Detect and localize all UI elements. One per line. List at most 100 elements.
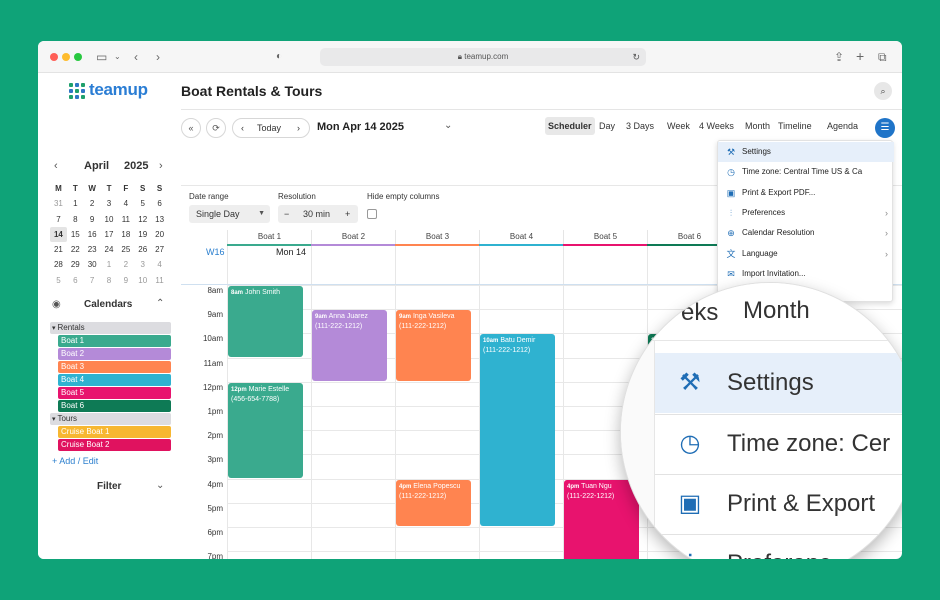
mini-cal-day[interactable]: 10 bbox=[134, 273, 151, 288]
calendar-item[interactable]: Boat 5 bbox=[58, 387, 171, 399]
mini-cal-day[interactable]: 30 bbox=[84, 257, 101, 272]
view-tab[interactable]: Timeline bbox=[778, 121, 812, 131]
calendar-item[interactable]: Cruise Boat 2 bbox=[58, 439, 171, 451]
mini-cal-day[interactable]: 5 bbox=[134, 196, 151, 211]
calendar-item[interactable]: Boat 3 bbox=[58, 361, 171, 373]
mini-cal-day[interactable]: 31 bbox=[50, 196, 67, 211]
sidebar-toggle-icon[interactable]: ▭ bbox=[96, 48, 107, 66]
mini-cal-day[interactable]: 23 bbox=[84, 242, 101, 257]
calendar-group[interactable]: ▾ Tours bbox=[50, 413, 171, 425]
mini-cal-next-icon[interactable]: › bbox=[159, 160, 163, 172]
view-tab[interactable]: 3 Days bbox=[626, 121, 654, 131]
week-number[interactable]: W16 bbox=[206, 247, 225, 257]
search-icon[interactable]: ⌕ bbox=[874, 82, 892, 100]
view-tab[interactable]: Agenda bbox=[827, 121, 858, 131]
menu-item-print[interactable]: ▣ Print & Export PDF... bbox=[718, 183, 894, 203]
mini-cal-day[interactable]: 19 bbox=[134, 227, 151, 242]
chevron-down-icon[interactable]: ⌄ bbox=[114, 48, 121, 66]
forward-icon[interactable]: › bbox=[156, 48, 160, 66]
mini-cal-day[interactable]: 1 bbox=[67, 196, 84, 211]
minimize-window-button[interactable] bbox=[62, 53, 70, 61]
view-tab[interactable]: 4 Weeks bbox=[699, 121, 734, 131]
menu-button[interactable]: ☰ bbox=[875, 118, 895, 138]
calendar-event[interactable]: 4pm Elena Popescu (111-222-1212) bbox=[396, 479, 471, 526]
calendar-item[interactable]: Boat 1 bbox=[58, 335, 171, 347]
mini-cal-day[interactable]: 22 bbox=[67, 242, 84, 257]
chevron-down-icon[interactable]: ⌄ bbox=[156, 480, 164, 491]
mini-cal-day[interactable]: 3 bbox=[101, 196, 118, 211]
close-window-button[interactable] bbox=[50, 53, 58, 61]
menu-item-settings[interactable]: ⚒ Settings bbox=[718, 142, 894, 162]
mini-cal-day[interactable]: 9 bbox=[84, 212, 101, 227]
view-tab[interactable]: Week bbox=[667, 121, 690, 131]
mini-cal-day[interactable]: 6 bbox=[67, 273, 84, 288]
view-tab[interactable]: Scheduler bbox=[545, 117, 595, 135]
calendar-event[interactable]: 12pm Marie Estelle (456-654-7788) bbox=[228, 382, 303, 478]
menu-item-calendar[interactable]: ⊕ Calendar Resolution › bbox=[718, 223, 894, 243]
zoom-window-button[interactable] bbox=[74, 53, 82, 61]
mini-cal-day[interactable]: 13 bbox=[151, 212, 168, 227]
refresh-button[interactable]: ⟳ bbox=[206, 118, 226, 138]
increase-resolution-button[interactable]: + bbox=[345, 205, 350, 223]
mini-cal-day[interactable]: 7 bbox=[84, 273, 101, 288]
menu-item-language[interactable]: 文 Language › bbox=[718, 244, 894, 264]
calendar-event[interactable]: 10am Batu Demir (111-222-1212) bbox=[480, 334, 555, 526]
mini-cal-day[interactable]: 11 bbox=[117, 212, 134, 227]
url-bar[interactable]: 🔒︎ teamup.com ↻ bbox=[320, 48, 646, 66]
eye-icon[interactable]: ◉ bbox=[52, 299, 61, 310]
view-tab[interactable]: Day bbox=[599, 121, 615, 131]
calendar-item[interactable]: Boat 4 bbox=[58, 374, 171, 386]
decrease-resolution-button[interactable]: − bbox=[284, 205, 289, 223]
mini-cal-day[interactable]: 10 bbox=[101, 212, 118, 227]
calendar-event[interactable]: 9am Anna Juarez (111-222-1212) bbox=[312, 310, 387, 381]
calendar-group[interactable]: ▾ Rentals bbox=[50, 322, 171, 334]
calendar-item[interactable]: Cruise Boat 1 bbox=[58, 426, 171, 438]
mini-cal-day[interactable]: 8 bbox=[67, 212, 84, 227]
mini-cal-day[interactable]: 6 bbox=[151, 196, 168, 211]
next-day-icon[interactable]: › bbox=[297, 119, 300, 137]
menu-item-import[interactable]: ✉ Import Invitation... bbox=[718, 264, 894, 284]
reload-icon[interactable]: ↻ bbox=[632, 48, 640, 66]
mini-cal-day[interactable]: 3 bbox=[134, 257, 151, 272]
calendar-item[interactable]: Boat 6 bbox=[58, 400, 171, 412]
chevron-up-icon[interactable]: ⌃ bbox=[156, 298, 164, 309]
mini-cal-day[interactable]: 27 bbox=[151, 242, 168, 257]
mini-cal-day[interactable]: 2 bbox=[84, 196, 101, 211]
date-range-select[interactable]: Single Day ▼ bbox=[189, 205, 270, 223]
tabs-overview-icon[interactable]: ⧉ bbox=[878, 48, 887, 66]
menu-item-time[interactable]: ◷ Time zone: Central Time US & Ca bbox=[718, 162, 894, 182]
mini-cal-day[interactable]: 8 bbox=[101, 273, 118, 288]
add-edit-calendars-link[interactable]: + Add / Edit bbox=[52, 456, 98, 466]
mini-cal-day[interactable]: 5 bbox=[50, 273, 67, 288]
calendar-event[interactable]: 8am John Smith bbox=[228, 286, 303, 357]
back-icon[interactable]: ‹ bbox=[134, 48, 138, 66]
filter-title[interactable]: Filter bbox=[97, 481, 121, 492]
mini-cal-day[interactable]: 17 bbox=[101, 227, 118, 242]
calendar-item[interactable]: Boat 2 bbox=[58, 348, 171, 360]
collapse-sidebar-button[interactable]: « bbox=[181, 118, 201, 138]
mini-cal-day[interactable]: 15 bbox=[67, 227, 84, 242]
mini-cal-prev-icon[interactable]: ‹ bbox=[54, 160, 58, 172]
mini-cal-day[interactable]: 4 bbox=[117, 196, 134, 211]
mini-cal-day[interactable]: 12 bbox=[134, 212, 151, 227]
new-tab-icon[interactable]: + bbox=[856, 48, 864, 64]
mini-cal-day[interactable]: 21 bbox=[50, 242, 67, 257]
calendars-header[interactable]: ◉ Calendars ⌃ bbox=[52, 298, 170, 313]
current-date[interactable]: Mon Apr 14 2025 bbox=[317, 121, 404, 133]
share-icon[interactable]: ⇪ bbox=[834, 48, 844, 66]
mini-cal-day[interactable]: 29 bbox=[67, 257, 84, 272]
prev-day-icon[interactable]: ‹ bbox=[241, 119, 244, 137]
mini-cal-day[interactable]: 2 bbox=[117, 257, 134, 272]
mini-cal-year[interactable]: 2025 bbox=[124, 160, 148, 172]
mini-cal-day[interactable]: 16 bbox=[84, 227, 101, 242]
date-picker-chevron-icon[interactable]: ⌄ bbox=[444, 120, 452, 131]
hide-empty-checkbox[interactable] bbox=[367, 209, 377, 219]
mini-cal-day[interactable]: 28 bbox=[50, 257, 67, 272]
mini-cal-day[interactable]: 7 bbox=[50, 212, 67, 227]
mini-cal-day[interactable]: 18 bbox=[117, 227, 134, 242]
today-button[interactable]: Today bbox=[257, 119, 281, 137]
view-tab[interactable]: Month bbox=[745, 121, 770, 131]
mini-cal-day[interactable]: 24 bbox=[101, 242, 118, 257]
mini-cal-month[interactable]: April bbox=[84, 160, 109, 172]
mini-cal-day[interactable]: 1 bbox=[101, 257, 118, 272]
